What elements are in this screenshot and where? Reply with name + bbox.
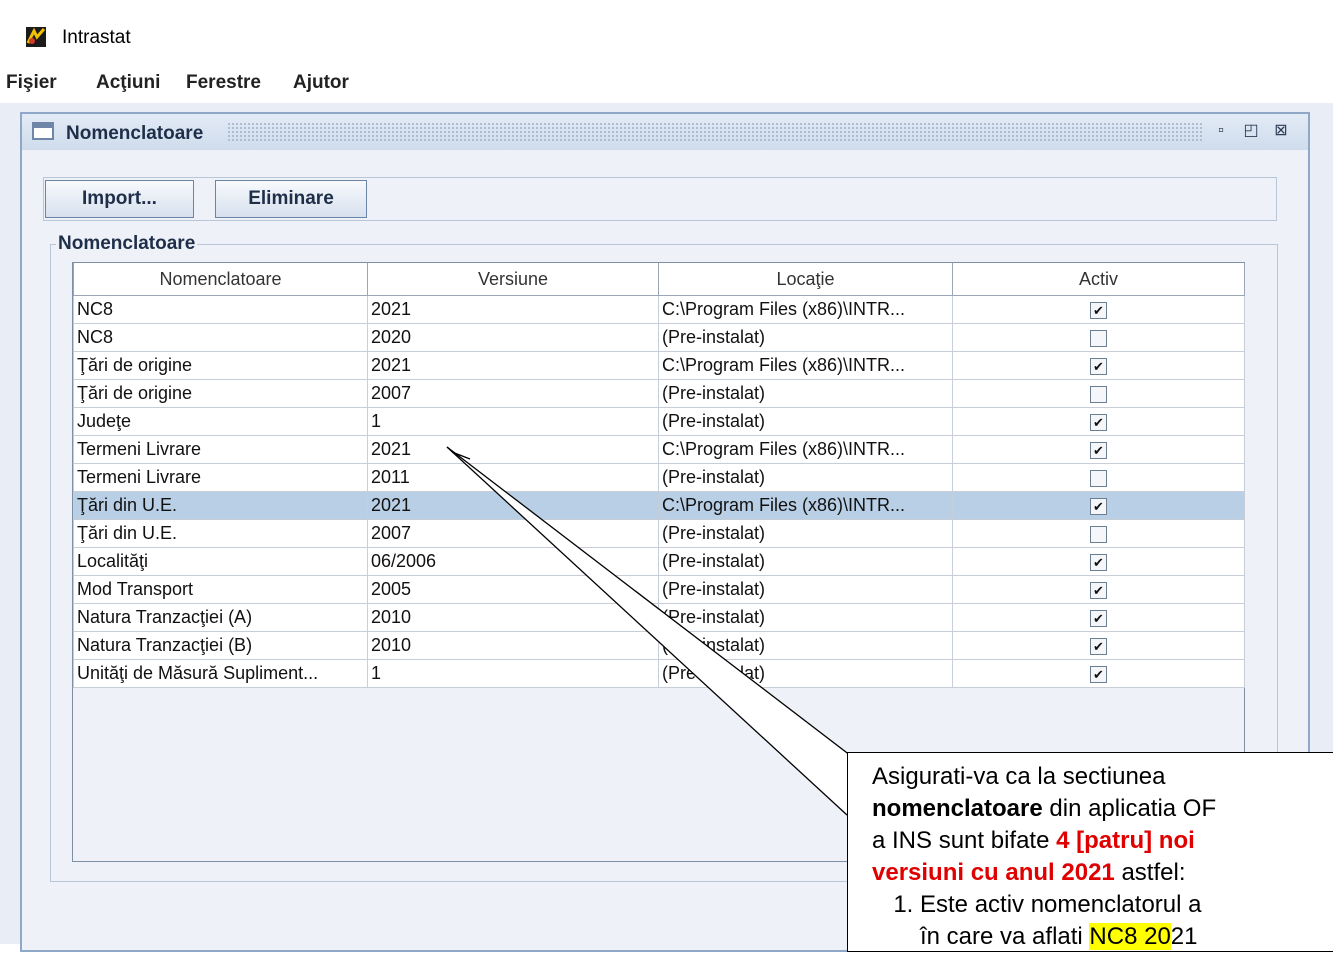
callout-red-a: 4 [patru] noi	[1056, 827, 1195, 854]
instruction-callout: Asigurati-va ca la sectiunea nomenclatoa…	[847, 752, 1333, 952]
callout-line-2-rest: din aplicatia OF	[1042, 795, 1217, 822]
callout-line-4-rest: astfel:	[1114, 859, 1186, 886]
callout-list: Este activ nomenclatorul a în care va afl…	[872, 889, 1322, 953]
callout-item-2-end: 21	[1170, 923, 1198, 950]
callout-red-b: versiuni cu anul 2021	[872, 859, 1115, 886]
callout-line-3: a INS sunt bifate 4 [patru] noi	[872, 825, 1322, 857]
callout-bold-word: nomenclatoare	[872, 795, 1043, 822]
callout-item-2-highlight: NC8 20	[1089, 923, 1171, 950]
callout-item-1-text: Este activ nomenclatorul a	[920, 891, 1202, 918]
callout-line-3-start: a INS sunt bifate	[872, 827, 1057, 854]
callout-list-item-1: Este activ nomenclatorul a în care va afl…	[920, 889, 1322, 953]
callout-line-4: versiuni cu anul 2021 astfel:	[872, 857, 1322, 889]
callout-line-1: Asigurati-va ca la sectiunea	[872, 763, 1166, 790]
callout-line-2: nomenclatoare din aplicatia OF	[872, 793, 1322, 825]
callout-item-2-start: în care va aflati	[920, 923, 1090, 950]
